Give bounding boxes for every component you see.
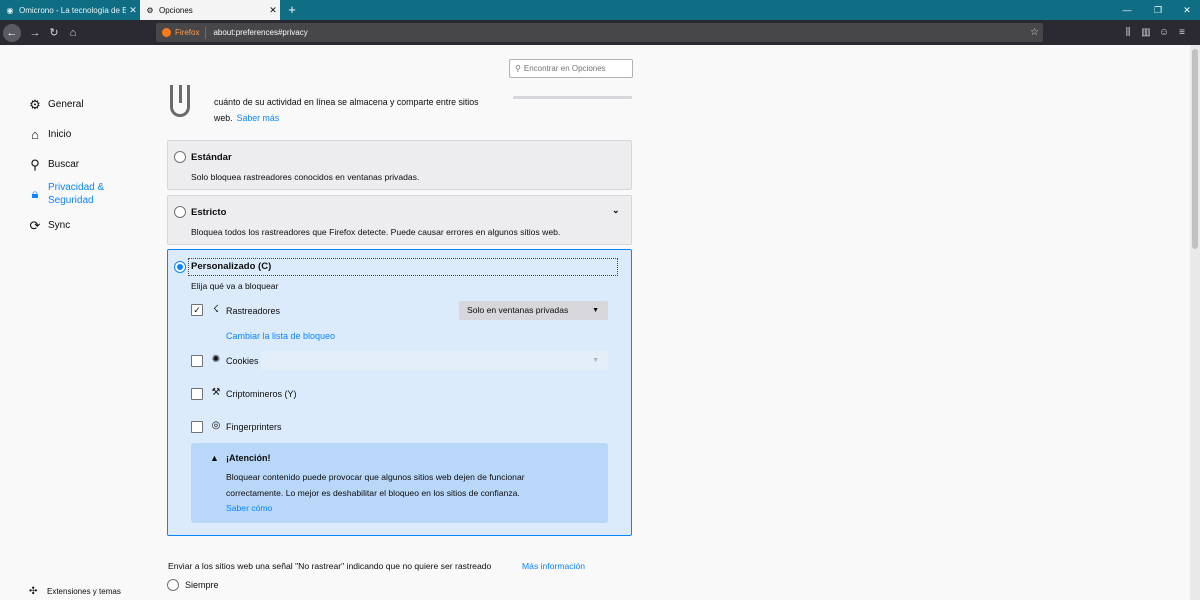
search-icon: ⚲ — [30, 157, 40, 172]
standard-radio[interactable] — [174, 151, 186, 163]
account-icon[interactable]: ☺ — [1156, 24, 1172, 42]
new-tab-button[interactable]: + — [284, 0, 300, 20]
tracking-protection-intro: cuánto de su actividad en línea se almac… — [214, 94, 504, 126]
cryptominer-icon: ⚒ — [211, 387, 221, 398]
bookmark-star-icon[interactable]: ☆ — [1030, 27, 1043, 38]
close-window-button[interactable]: ✕ — [1172, 0, 1200, 20]
url-text[interactable]: about:preferences#privacy — [206, 28, 1030, 37]
url-identity-label: Firefox — [175, 26, 207, 39]
sidebar-item-label: General — [48, 99, 84, 110]
sidebar-item-label-group: Privacidad & Seguridad — [48, 181, 104, 207]
lock-icon: 🔒︎ — [31, 186, 39, 201]
strict-radio[interactable] — [174, 206, 186, 218]
fingerprinters-checkbox[interactable] — [191, 421, 203, 433]
home-button[interactable]: ⌂ — [64, 24, 82, 42]
close-icon[interactable]: ✕ — [266, 5, 280, 16]
gear-icon: ⚙ — [29, 97, 41, 112]
home-icon: ⌂ — [31, 127, 39, 142]
trackers-select-value: Solo en ventanas privadas — [467, 305, 569, 315]
shield-icon — [170, 85, 190, 117]
search-options-box[interactable]: ⚲ — [509, 59, 633, 78]
sync-icon: ⟳ — [29, 218, 41, 233]
search-icon: ⚲ — [515, 64, 521, 73]
menu-icon[interactable]: ≡ — [1174, 24, 1190, 42]
sidebar-item-addons[interactable]: ✣ Extensiones y temas — [29, 586, 121, 597]
learn-more-link[interactable]: Saber más — [237, 113, 280, 123]
standard-desc: Solo bloquea rastreadores conocidos en v… — [191, 172, 420, 182]
tracker-icon: ☇ — [213, 304, 219, 315]
option-standard[interactable]: Estándar Solo bloquea rastreadores conoc… — [167, 140, 632, 190]
reload-button[interactable]: ↻ — [45, 24, 63, 42]
gear-icon: ⚙ — [146, 5, 154, 15]
option-strict[interactable]: Estricto ⌄ Bloquea todos los rastreadore… — [167, 195, 632, 245]
sidebar-item-privacy[interactable]: 🔒︎ Privacidad & Seguridad — [27, 181, 105, 207]
chevron-down-icon: ▼ — [592, 357, 599, 364]
custom-subtitle: Elija qué va a bloquear — [191, 281, 279, 291]
sidebar-item-search[interactable]: ⚲ Buscar — [27, 158, 79, 172]
sidebar-item-label: Seguridad — [48, 195, 94, 206]
cookies-select: ▼ — [261, 351, 608, 370]
strict-title: Estricto — [191, 207, 227, 218]
change-blocklist-link[interactable]: Cambiar la lista de bloqueo — [226, 331, 335, 341]
divider — [513, 96, 632, 99]
sidebar-item-label: Buscar — [48, 159, 80, 170]
warning-body: Bloquear contenido puede provocar que al… — [226, 472, 525, 498]
sidebar-item-label: Privacidad & — [48, 182, 105, 193]
dnt-always-radio[interactable] — [167, 579, 179, 591]
sidebar-icon[interactable]: ▥ — [1138, 24, 1154, 42]
sidebar-item-label: Inicio — [48, 129, 72, 140]
fingerprinters-label: Fingerprinters — [226, 422, 282, 432]
close-icon[interactable]: ✕ — [126, 5, 140, 16]
cookies-label: Cookies — [226, 356, 259, 366]
strict-desc: Bloquea todos los rastreadores que Firef… — [191, 227, 561, 237]
more-info-link[interactable]: Más información — [522, 561, 585, 571]
warning-icon: ▲ — [210, 453, 219, 463]
tab-omicrono[interactable]: ◉ Omicrono - La tecnología de El ✕ — [0, 0, 140, 20]
tab-strip: ◉ Omicrono - La tecnología de El ✕ ⚙ Opc… — [0, 0, 1200, 20]
cookies-checkbox[interactable] — [191, 355, 203, 367]
warning-box: ▲ ¡Atención! Bloquear contenido puede pr… — [191, 443, 608, 523]
learn-how-link[interactable]: Saber cómo — [226, 503, 272, 513]
sidebar-item-sync[interactable]: ⟳ Sync — [27, 218, 71, 233]
chevron-down-icon: ▼ — [592, 307, 599, 314]
warning-title: ¡Atención! — [226, 453, 271, 463]
tab-title: Omicrono - La tecnología de El — [19, 5, 126, 15]
custom-radio[interactable] — [174, 261, 186, 273]
forward-button[interactable]: → — [26, 24, 44, 42]
sidebar-item-label: Sync — [48, 220, 71, 231]
cryptominers-label: Criptomineros (Y) — [226, 389, 297, 399]
custom-title: Personalizado (C) — [191, 261, 272, 272]
trackers-checkbox[interactable]: ✓ — [191, 304, 203, 316]
sidebar-item-general[interactable]: ⚙ General — [27, 97, 84, 112]
puzzle-icon: ✣ — [29, 586, 38, 597]
dnt-description: Enviar a los sitios web una señal "No ra… — [168, 561, 492, 571]
fingerprint-icon: ◎ — [211, 420, 221, 431]
standard-title: Estándar — [191, 152, 232, 163]
sidebar-item-home[interactable]: ⌂ Inicio — [27, 128, 71, 142]
search-input[interactable] — [523, 64, 629, 73]
tab-opciones[interactable]: ⚙ Opciones ✕ — [140, 0, 280, 20]
back-button[interactable]: ← — [3, 24, 21, 42]
dnt-always-label: Siempre — [185, 580, 219, 590]
chevron-down-icon[interactable]: ⌄ — [612, 205, 620, 216]
tab-title: Opciones — [159, 5, 193, 15]
maximize-button[interactable]: ❐ — [1143, 0, 1173, 20]
sidebar-item-label: Extensiones y temas — [47, 587, 121, 596]
navigation-toolbar: ← → ↻ ⌂ Firefox about:preferences#privac… — [0, 20, 1200, 45]
trackers-label: Rastreadores — [226, 306, 281, 316]
cryptominers-checkbox[interactable] — [191, 388, 203, 400]
globe-icon: ◉ — [6, 5, 14, 15]
firefox-icon — [162, 28, 171, 37]
page-scrollbar[interactable] — [1190, 45, 1200, 600]
library-icon[interactable]: ⫼ — [1120, 24, 1136, 42]
scrollbar-thumb[interactable] — [1192, 49, 1198, 249]
trackers-select[interactable]: Solo en ventanas privadas ▼ — [459, 301, 608, 320]
cookie-icon: ✺ — [211, 354, 221, 365]
minimize-button[interactable]: — — [1112, 0, 1142, 20]
preferences-page: ⚲ ⚙ General ⌂ Inicio ⚲ Buscar 🔒︎ Privaci… — [0, 45, 1190, 600]
url-bar[interactable]: Firefox about:preferences#privacy ☆ — [156, 23, 1043, 42]
